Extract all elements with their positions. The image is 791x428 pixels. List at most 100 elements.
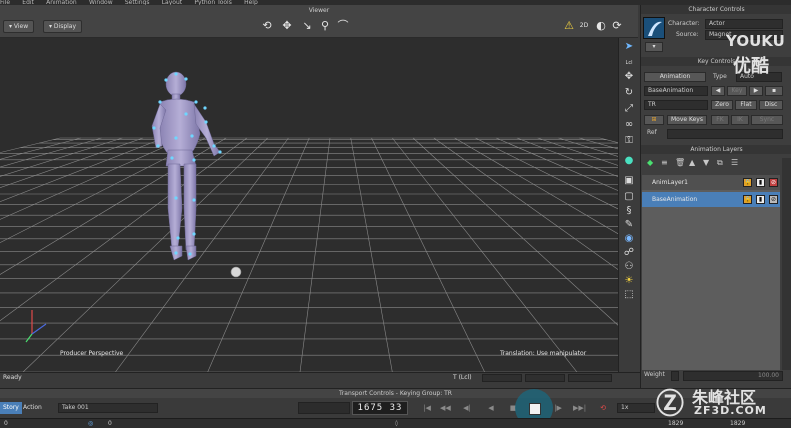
move-keys-button[interactable]: Move Keys [667, 115, 707, 125]
story-tab[interactable]: Story [0, 402, 22, 414]
play-button[interactable] [529, 403, 541, 415]
sphere-icon[interactable]: ◉ [622, 232, 636, 246]
rotate-tool-icon[interactable]: ⟲ [260, 19, 274, 33]
move-tool-icon[interactable]: ✥ [622, 70, 636, 84]
character-actor [151, 71, 221, 261]
previous-key-transport-icon[interactable]: ◀◀ [440, 403, 451, 413]
view-menu-label: View [13, 23, 29, 30]
key-button[interactable]: Key [727, 86, 747, 96]
cube-icon[interactable]: ▣ [622, 174, 636, 188]
fk-button[interactable]: FK [711, 115, 729, 125]
orbit-icon[interactable]: ⌒ [336, 19, 350, 33]
add-layer-icon[interactable]: ◆ [647, 158, 653, 167]
current-time-display[interactable]: 1675 33 [352, 401, 408, 415]
weight-key-toggle[interactable] [671, 371, 679, 381]
layer-toolbar: ◆ ≡ 🗑 ▲ ▼ ⧉ ☰ [643, 158, 781, 171]
2d-mode-toggle[interactable]: 2D [577, 19, 591, 33]
layers-scrollbar[interactable] [782, 158, 791, 370]
3d-viewport[interactable]: Producer Perspective Translation: Use ma… [0, 38, 618, 372]
lcl-toggle[interactable]: Lcl [622, 56, 636, 70]
select-arrow-icon[interactable]: ↘ [300, 19, 314, 33]
take-dropdown[interactable]: Take 001 [58, 403, 158, 413]
animation-button[interactable]: Animation [644, 72, 706, 82]
cube-alt-icon[interactable]: ▢ [622, 190, 636, 204]
view-menu-button[interactable]: ▾ View [3, 20, 35, 33]
character-menu-button[interactable]: ▾ [645, 42, 663, 52]
layer-mute-icon[interactable]: ⊘ [769, 195, 778, 204]
sun-icon[interactable]: ☀ [622, 274, 636, 288]
coord-y-field[interactable] [525, 374, 565, 382]
link-icon[interactable]: ∞ [622, 118, 636, 132]
zero-button[interactable]: Zero [711, 100, 733, 110]
key-options-icon[interactable]: ▪ [765, 86, 783, 96]
skeleton-icon[interactable]: ☍ [622, 246, 636, 260]
weight-field[interactable]: 100.00 [683, 371, 783, 381]
ik-button[interactable]: IK [731, 115, 749, 125]
zf3d-logo-icon: Ⓩ [656, 387, 685, 420]
timecode-mode-field[interactable] [298, 402, 350, 414]
tool-column: ➤ Lcl ✥ ↻ ⤢ ∞ ⚿ ● ▣ ▢ § ✎ ◉ ☍ ⚇ ☀ ⬚ [618, 38, 640, 372]
camera-icon[interactable]: ◐ [594, 19, 608, 33]
status-bar: Ready T (Lcl) [0, 372, 640, 382]
keying-group-icon[interactable]: ⊞ [644, 115, 664, 125]
playback-speed-dropdown[interactable]: 1x [617, 403, 655, 413]
layer-stack-icon[interactable]: ≡ [661, 158, 668, 167]
layer-row-baseanimation[interactable]: BaseAnimation 🔒 ▮ ⊘ [642, 192, 780, 207]
cycle-icon[interactable]: ⟳ [610, 19, 624, 33]
layer-down-icon[interactable]: ▼ [703, 158, 709, 167]
viewport-scene [0, 71, 618, 372]
flat-button[interactable]: Flat [735, 100, 757, 110]
character-label: Character: [668, 20, 700, 27]
goto-end-icon[interactable]: ▶▶| [573, 403, 586, 413]
coord-z-field[interactable] [568, 374, 612, 382]
layer-name: BaseAnimation [652, 196, 698, 203]
coord-x-field[interactable] [482, 374, 522, 382]
zf3d-watermark-url: ZF3D.COM [694, 404, 767, 417]
next-key-icon[interactable]: ▶ [749, 86, 763, 96]
disc-button[interactable]: Disc [759, 100, 783, 110]
previous-key-icon[interactable]: ◀ [711, 86, 725, 96]
sync-button[interactable]: Sync [751, 115, 783, 125]
base-animation-dropdown[interactable]: BaseAnimation [644, 86, 708, 96]
layer-merge-icon[interactable]: ⧉ [717, 158, 723, 168]
layer-options-icon[interactable]: ☰ [731, 158, 738, 167]
display-menu-button[interactable]: ▾ Display [43, 20, 83, 33]
start-frame-field[interactable]: 0 [108, 419, 112, 428]
translate-tool-icon[interactable]: ✥ [280, 19, 294, 33]
status-text: Ready [3, 374, 22, 381]
action-tab[interactable]: Action [20, 402, 45, 414]
rotate-icon[interactable]: ↻ [622, 86, 636, 100]
floor-grid [0, 137, 618, 372]
layer-lock-icon[interactable]: 🔒 [743, 178, 752, 187]
step-back-icon[interactable]: ◀| [462, 403, 472, 413]
layer-solo-icon[interactable]: ▮ [756, 178, 765, 187]
layer-mute-icon[interactable]: ⊘ [769, 178, 778, 187]
path-icon[interactable]: § [622, 204, 636, 218]
ref-label: Ref [647, 129, 657, 136]
layer-lock-icon[interactable]: 🔒 [743, 195, 752, 204]
character-dropdown[interactable]: Actor [705, 19, 783, 29]
viewer-header: Viewer ▾ View ▾ Display ⟲ ✥ ↘ ⚲ ⌒ ⚠ 2D ◐… [0, 5, 638, 38]
key-icon[interactable]: ⚿ [622, 134, 636, 148]
view-label: Producer Perspective [60, 350, 124, 357]
select-tool-icon[interactable]: ➤ [622, 40, 636, 54]
step-forward-icon[interactable]: |▶ [553, 403, 563, 413]
warning-icon[interactable]: ⚠ [562, 19, 576, 33]
light-icon[interactable]: ● [622, 154, 636, 168]
zoom-icon[interactable]: ⚲ [318, 19, 332, 33]
play-reverse-icon[interactable]: ◀ [486, 403, 496, 413]
scale-icon[interactable]: ⤢ [622, 102, 636, 116]
layer-solo-icon[interactable]: ▮ [756, 195, 765, 204]
goto-start-icon[interactable]: |◀ [422, 403, 432, 413]
layer-row-animlayer1[interactable]: AnimLayer1 🔒 ▮ ⊘ [642, 175, 780, 190]
record-icon[interactable]: ⟲ [598, 403, 608, 413]
delete-layer-icon[interactable]: 🗑 [675, 158, 685, 167]
handle-icon[interactable]: ⚇ [622, 260, 636, 274]
frame-icon[interactable]: ⬚ [622, 288, 636, 302]
brush-icon[interactable]: ✎ [622, 218, 636, 232]
source-label: Source: [676, 31, 699, 38]
ref-field[interactable] [667, 129, 783, 139]
axis-gizmo [25, 310, 47, 343]
layer-up-icon[interactable]: ▲ [689, 158, 695, 167]
tr-dropdown[interactable]: TR [644, 100, 708, 110]
